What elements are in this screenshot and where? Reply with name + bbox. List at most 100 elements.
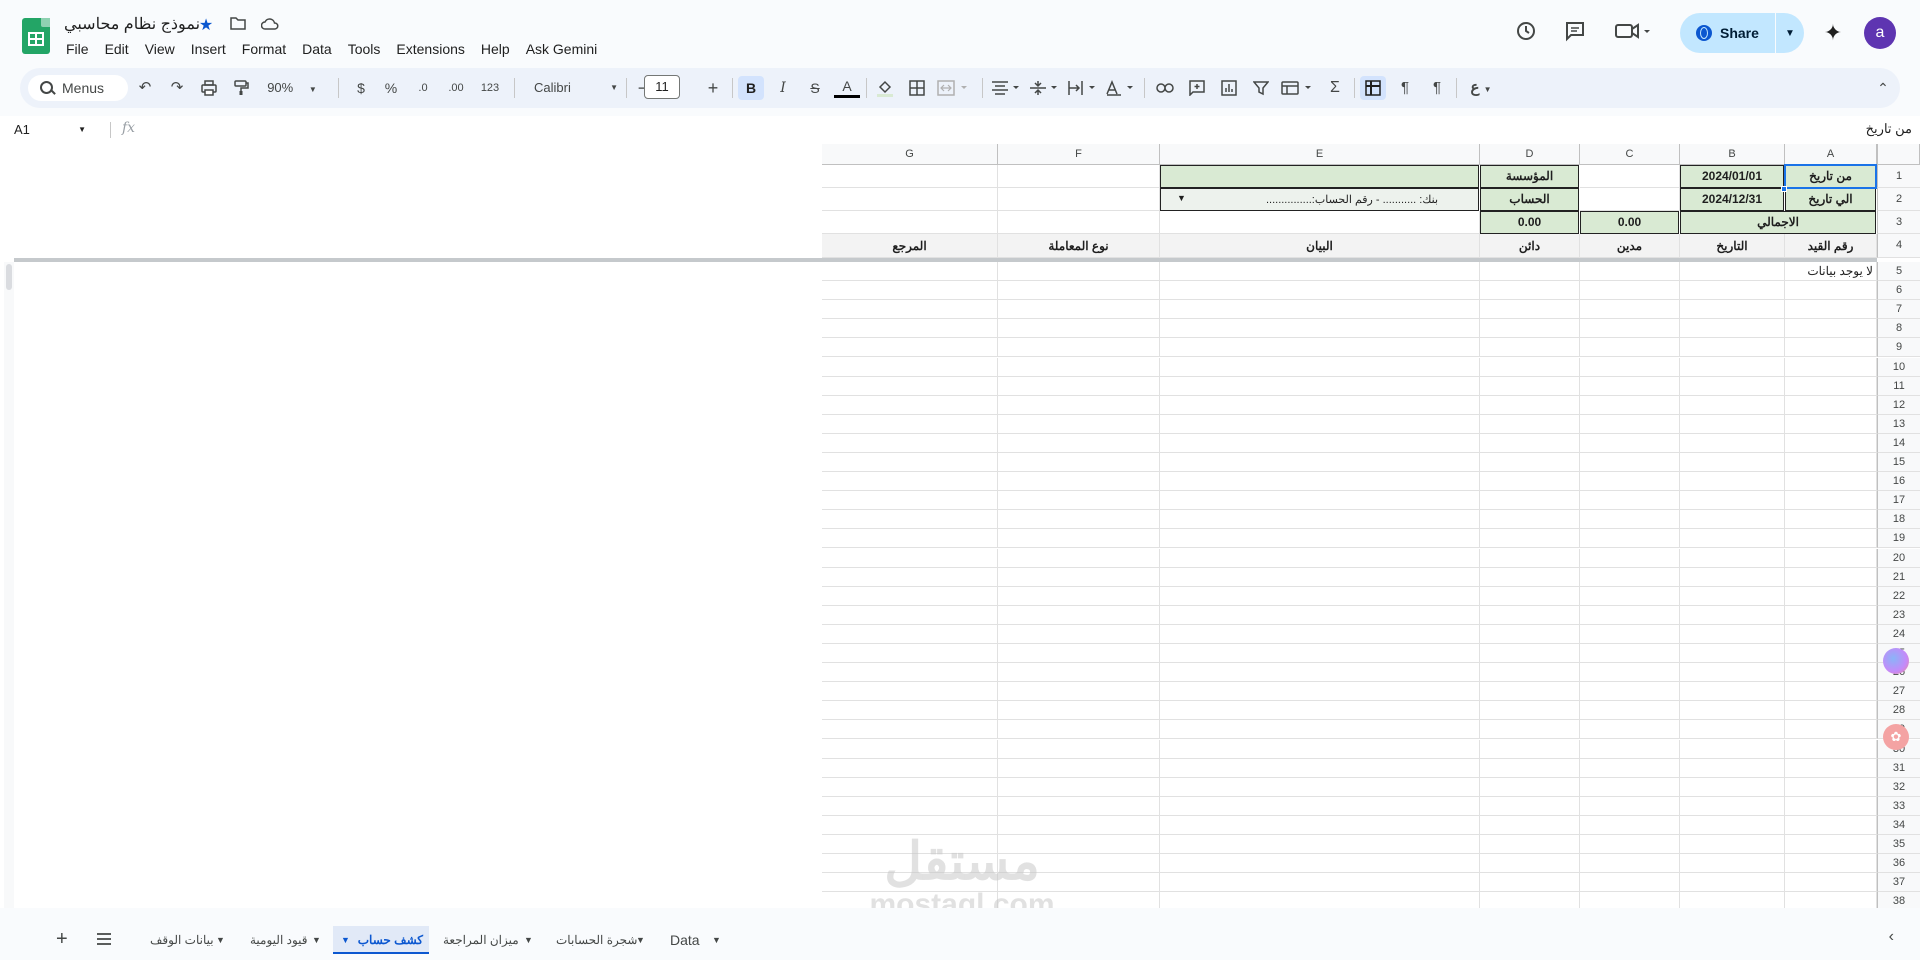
grid-cell[interactable] <box>822 510 998 530</box>
insert-chart-icon[interactable] <box>1216 76 1242 100</box>
row-header[interactable]: 36 <box>1877 854 1920 874</box>
grid-cell[interactable] <box>1160 777 1480 797</box>
grid-cell[interactable] <box>1160 376 1480 396</box>
row-header[interactable]: 27 <box>1877 682 1920 702</box>
row-header[interactable]: 4 <box>1877 234 1920 258</box>
cloud-saved-icon[interactable] <box>260 16 280 36</box>
sheet-tab-trial-balance[interactable]: ميزان المراجعة <box>437 926 525 954</box>
filter-views-icon[interactable] <box>1280 76 1316 100</box>
grid-cell[interactable] <box>1160 472 1480 492</box>
grid-cell[interactable] <box>822 414 998 434</box>
insert-comment-icon[interactable] <box>1184 76 1210 100</box>
grid-cell[interactable] <box>1785 548 1877 568</box>
grid-cell[interactable] <box>822 739 998 759</box>
grid-cell[interactable] <box>822 548 998 568</box>
grid-cell[interactable] <box>998 739 1160 759</box>
grid-cell[interactable] <box>1580 835 1680 855</box>
name-box[interactable]: A1 ▼ <box>14 120 100 140</box>
grid-cell[interactable] <box>1580 300 1680 320</box>
column-header-a[interactable]: A <box>1785 144 1877 165</box>
cell-a2[interactable]: الي تاريخ <box>1785 188 1876 211</box>
cell-e1[interactable] <box>1160 165 1479 188</box>
input-tools-icon[interactable]: ع ▼ <box>1464 76 1498 100</box>
menu-tools[interactable]: Tools <box>340 40 389 58</box>
grid-cell[interactable] <box>822 758 998 778</box>
grid-cell[interactable] <box>998 796 1160 816</box>
header-date[interactable]: التاريخ <box>1680 234 1785 258</box>
grid-cell[interactable] <box>1680 300 1785 320</box>
grid-cell[interactable] <box>1160 892 1480 908</box>
grid-cell[interactable] <box>1785 319 1877 339</box>
grid-cell[interactable] <box>1580 319 1680 339</box>
grid-cell[interactable] <box>1160 663 1480 683</box>
grid-cell[interactable] <box>1160 491 1480 511</box>
cell-e2-dropdown[interactable]: بنك: ........... - رقم الحساب:..........… <box>1160 188 1479 211</box>
grid-cell[interactable] <box>1480 357 1580 377</box>
share-dropdown-icon[interactable]: ▼ <box>1776 28 1804 39</box>
grid-cell[interactable] <box>1680 796 1785 816</box>
grid-cell[interactable] <box>1680 414 1785 434</box>
grid-cell[interactable] <box>822 777 998 797</box>
grid-cell[interactable] <box>998 663 1160 683</box>
grid-cell[interactable] <box>998 262 1160 282</box>
column-header-e[interactable]: E <box>1160 144 1480 165</box>
grid-cell[interactable] <box>1480 758 1580 778</box>
cell-f3[interactable] <box>998 211 1160 234</box>
grid-cell[interactable] <box>1480 338 1580 358</box>
tab-caret-icon[interactable]: ▼ <box>636 926 645 954</box>
cell-d2[interactable]: الحساب <box>1480 188 1579 211</box>
grid-cell[interactable] <box>1580 453 1680 473</box>
grid-cell[interactable] <box>998 567 1160 587</box>
row-header[interactable]: 3 <box>1877 211 1920 234</box>
tab-caret-icon[interactable]: ▼ <box>712 926 721 954</box>
grid-cell[interactable] <box>998 491 1160 511</box>
row-header[interactable]: 20 <box>1877 548 1920 568</box>
grid-cell[interactable] <box>822 682 998 702</box>
grid-cell[interactable] <box>1160 854 1480 874</box>
column-header-b[interactable]: B <box>1680 144 1785 165</box>
grid-cell[interactable] <box>1480 644 1580 664</box>
grid-cell[interactable] <box>1680 720 1785 740</box>
cell-g3[interactable] <box>822 211 998 234</box>
row-header[interactable]: 13 <box>1877 414 1920 434</box>
merge-cells-icon[interactable] <box>936 76 976 100</box>
more-formats-button[interactable]: 123 <box>476 76 504 100</box>
text-rotation-icon[interactable] <box>1104 76 1138 100</box>
grid-cell[interactable] <box>1160 682 1480 702</box>
row-header[interactable]: 10 <box>1877 357 1920 377</box>
grid-cell[interactable] <box>822 357 998 377</box>
grid-cell[interactable] <box>1580 376 1680 396</box>
spreadsheet-grid[interactable]: A B C D E F G 1 2 3 4 من تاريخ 2024/01/0… <box>0 144 1920 908</box>
filter-icon[interactable] <box>1248 76 1274 100</box>
grid-cell[interactable] <box>1785 835 1877 855</box>
grid-cell[interactable] <box>1785 529 1877 549</box>
grid-cell[interactable] <box>1680 644 1785 664</box>
grid-cell[interactable] <box>1785 491 1877 511</box>
grid-cell[interactable] <box>998 453 1160 473</box>
grid-cell[interactable] <box>1580 414 1680 434</box>
cell-g1[interactable] <box>822 165 998 188</box>
grid-cell[interactable] <box>1580 739 1680 759</box>
grid-cell[interactable] <box>1785 453 1877 473</box>
cell-g2[interactable] <box>822 188 998 211</box>
grid-cell[interactable] <box>1580 281 1680 301</box>
grid-cell[interactable] <box>1680 854 1785 874</box>
row-header[interactable]: 33 <box>1877 796 1920 816</box>
row-header[interactable]: 9 <box>1877 338 1920 358</box>
grid-cell[interactable] <box>1160 605 1480 625</box>
grid-cell[interactable] <box>1160 567 1480 587</box>
grid-cell[interactable] <box>1480 433 1580 453</box>
grid-cell[interactable] <box>1785 892 1877 908</box>
grid-cell[interactable] <box>1680 319 1785 339</box>
grid-cell[interactable] <box>1680 682 1785 702</box>
tab-caret-icon[interactable]: ▼ <box>216 926 225 954</box>
grid-cell[interactable] <box>822 644 998 664</box>
grid-cell[interactable] <box>1785 472 1877 492</box>
grid-cell[interactable] <box>1580 644 1680 664</box>
grid-cell[interactable] <box>1680 701 1785 721</box>
grid-cell[interactable] <box>1785 338 1877 358</box>
grid-cell[interactable] <box>1480 605 1580 625</box>
row-header[interactable]: 17 <box>1877 491 1920 511</box>
grid-cell[interactable] <box>1480 300 1580 320</box>
grid-cell[interactable] <box>1785 510 1877 530</box>
